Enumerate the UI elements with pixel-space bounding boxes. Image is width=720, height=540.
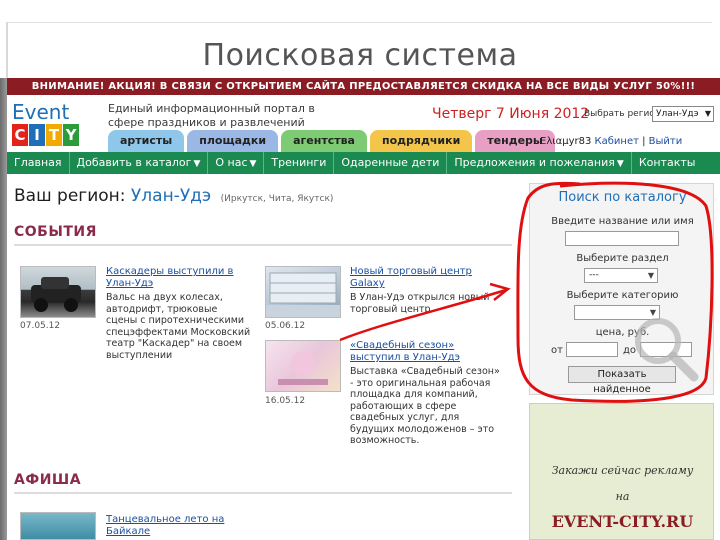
logo-letter: C <box>12 124 28 146</box>
tab-contractors[interactable]: подрядчики <box>369 130 473 152</box>
magnifier-icon <box>635 318 699 382</box>
region-others[interactable]: (Иркутск, Чита, Якутск) <box>221 194 334 204</box>
name-search-input[interactable] <box>565 231 679 246</box>
nav-item-about[interactable]: О нас ▼ <box>208 152 265 174</box>
mall-image-icon <box>266 272 340 317</box>
afisha-title[interactable]: Танцевальное лето на Байкале <box>106 514 236 538</box>
region-city[interactable]: Улан-Удэ <box>131 186 211 206</box>
logout-link[interactable]: Выйти <box>649 136 683 147</box>
chevron-down-icon: ▼ <box>616 159 624 169</box>
logo-city: C I T Y <box>12 124 80 146</box>
section-label: Выберите раздел <box>576 253 669 264</box>
slide: Поисковая система ВНИМАНИЕ! АКЦИЯ! В СВЯ… <box>0 0 720 540</box>
events-heading: СОБЫТИЯ <box>14 224 97 240</box>
ad-line-2: на <box>615 490 630 503</box>
site-tagline: Единый информационный портал в сфере пра… <box>108 102 315 129</box>
logo-letter: T <box>46 124 62 146</box>
region-select-value: Улан-Удэ <box>656 109 699 119</box>
region-line: Ваш регион: Улан-Удэ (Иркутск, Чита, Яку… <box>14 186 333 206</box>
event-date: 05.06.12 <box>265 321 306 331</box>
nav-item-label: Добавить в каталог <box>76 156 192 169</box>
event-text: Вальс на двух колесах, автодрифт, трюков… <box>106 292 251 361</box>
logo-letter: I <box>29 124 45 146</box>
chevron-down-icon: ▼ <box>647 271 654 280</box>
site-logo[interactable]: Event C I T Y <box>12 100 92 158</box>
search-panel-title: Поиск по каталогу <box>558 190 687 205</box>
tab-artists[interactable]: артисты <box>108 130 185 152</box>
nav-item-label: О нас <box>215 156 248 169</box>
price-from-input[interactable] <box>566 342 618 357</box>
wedding-poster-icon <box>278 351 328 385</box>
event-title[interactable]: «Свадебный сезон» выступил в Улан-Удэ <box>350 340 480 364</box>
category-tabs: артисты площадки агентства подрядчики те… <box>108 130 558 152</box>
slide-frame-top <box>6 22 712 23</box>
event-date: 07.05.12 <box>20 321 61 331</box>
advertising-banner[interactable]: Закажи сейчас рекламу на EVENT-CITY.RU <box>529 403 714 540</box>
chevron-down-icon: ▼ <box>193 159 201 169</box>
slide-title: Поисковая система <box>202 38 518 73</box>
logo-letter: Y <box>63 124 79 146</box>
car-image-icon <box>31 277 81 312</box>
price-from-label: от <box>551 345 563 356</box>
afisha-heading: АФИША <box>14 472 82 488</box>
nav-item-contacts[interactable]: Контакты <box>632 152 703 174</box>
section-select[interactable]: --- ▼ <box>584 268 658 283</box>
region-select[interactable]: Улан-Удэ ▼ <box>652 106 714 122</box>
afisha-divider <box>14 492 512 494</box>
region-label: Выбрать регион <box>584 109 661 119</box>
nav-item-suggestions[interactable]: Предложения и пожелания ▼ <box>447 152 632 174</box>
event-title[interactable]: Новый торговый центр Galaxy <box>350 266 480 290</box>
event-image[interactable] <box>20 266 96 318</box>
tab-agencies[interactable]: агентства <box>281 130 367 152</box>
nav-item-trainings[interactable]: Тренинги <box>264 152 335 174</box>
category-label: Выберите категорию <box>566 290 679 301</box>
events-divider <box>14 244 512 246</box>
chevron-down-icon: ▼ <box>249 159 257 169</box>
nav-item-label: Предложения и пожелания <box>454 156 615 169</box>
user-links: Ελιαμyr83 Кабинет | Выйти <box>540 136 683 147</box>
promo-banner: ВНИМАНИЕ! АКЦИЯ! В СВЯЗИ С ОТКРЫТИЕМ САЙ… <box>7 78 720 95</box>
nav-item-label: Одаренные дети <box>341 156 440 169</box>
event-text: Выставка «Свадебный сезон» - это оригина… <box>350 366 500 446</box>
region-prefix: Ваш регион: <box>14 186 126 206</box>
website-screenshot: ВНИМАНИЕ! АКЦИЯ! В СВЯЗИ С ОТКРЫТИЕМ САЙ… <box>0 78 720 540</box>
logo-word: Event <box>12 100 70 124</box>
nav-item-label: Контакты <box>638 156 696 169</box>
section-select-value: --- <box>589 270 599 280</box>
event-date: 16.05.12 <box>265 396 306 406</box>
nav-item-label: Главная <box>14 156 62 169</box>
event-text: В Улан-Удэ открылся новый торговый центр… <box>350 292 490 315</box>
afisha-image[interactable] <box>20 512 96 540</box>
nav-item-home[interactable]: Главная <box>7 152 70 174</box>
nav-item-add-to-catalog[interactable]: Добавить в каталог ▼ <box>70 152 209 174</box>
cabinet-link[interactable]: Кабинет <box>595 136 639 147</box>
screenshot-left-edge <box>0 78 7 540</box>
name-label: Введите название или имя <box>551 216 694 227</box>
chevron-down-icon: ▼ <box>704 109 711 118</box>
event-title[interactable]: Каскадеры выступили в Улан-Удэ <box>106 266 236 290</box>
event-image[interactable] <box>265 266 341 318</box>
ad-site-name: EVENT-CITY.RU <box>551 512 694 531</box>
tab-venues[interactable]: площадки <box>187 130 279 152</box>
nav-item-gifted-children[interactable]: Одаренные дети <box>334 152 448 174</box>
nav-item-label: Тренинги <box>271 156 327 169</box>
main-nav: Главная Добавить в каталог ▼ О нас ▼ Трени… <box>7 152 720 174</box>
event-image[interactable] <box>265 340 341 392</box>
ad-line-1: Закажи сейчас рекламу <box>551 464 694 477</box>
user-name: Ελιαμyr83 <box>540 136 592 147</box>
current-date: Четверг 7 Июня 2012 <box>432 106 590 122</box>
